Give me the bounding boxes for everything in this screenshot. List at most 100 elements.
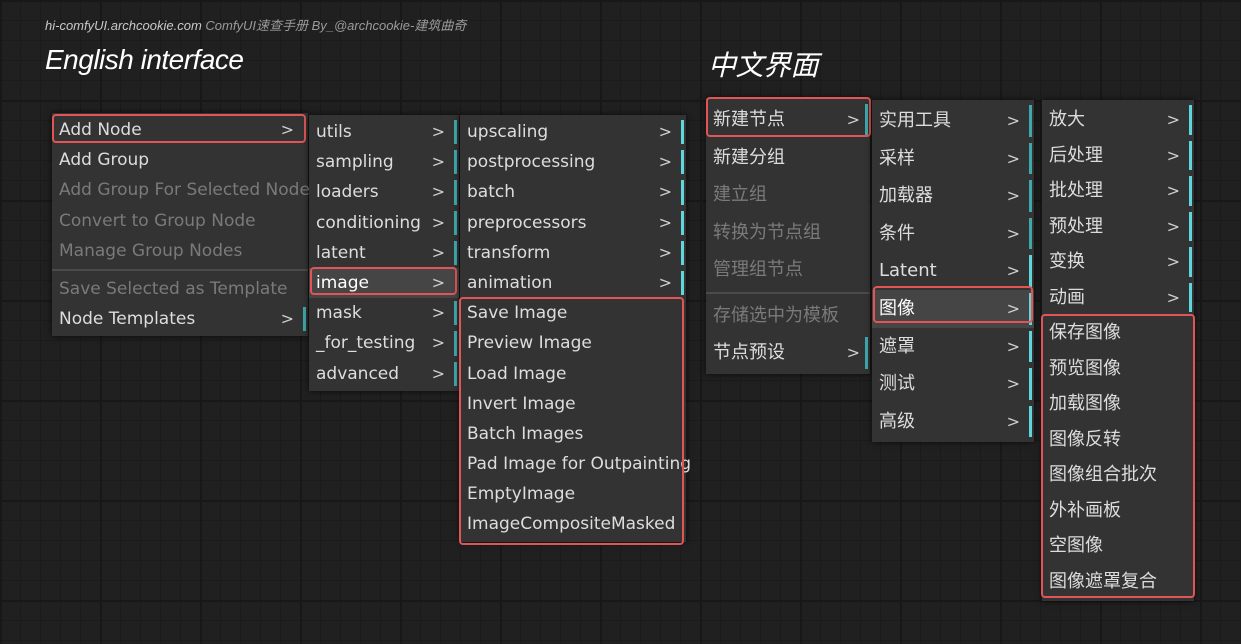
category-advanced-zh[interactable]: 高级 > [872, 403, 1034, 441]
submenu-indicator [454, 331, 457, 356]
node-preview-image-zh[interactable]: 预览图像 [1042, 351, 1194, 387]
chevron-right-icon: > [431, 152, 445, 172]
menu-item-label: postprocessing [467, 152, 596, 173]
node-image-composite-masked-zh[interactable]: 图像遮罩复合 [1042, 564, 1194, 600]
category-sampling-zh[interactable]: 采样 > [872, 140, 1034, 178]
submenu-indicator [454, 301, 457, 326]
category-testing-zh[interactable]: 测试 > [872, 365, 1034, 403]
node-load-image[interactable]: Load Image [460, 359, 686, 389]
submenu-batch[interactable]: batch > [460, 177, 686, 207]
submenu-indicator [681, 180, 684, 205]
category-advanced[interactable]: advanced > [309, 359, 459, 389]
submenu-indicator [1189, 247, 1192, 277]
menu-divider [706, 291, 870, 294]
node-batch-images[interactable]: Batch Images [460, 419, 686, 449]
chevron-right-icon: > [1006, 374, 1020, 394]
category-utils[interactable]: utils > [309, 117, 459, 147]
menu-item-label: 预览图像 [1049, 357, 1121, 379]
chevron-right-icon: > [1006, 111, 1020, 130]
category-utils-zh[interactable]: 实用工具 > [872, 102, 1034, 140]
node-empty-image-zh[interactable]: 空图像 [1042, 528, 1194, 564]
node-pad-image-zh[interactable]: 外补画板 [1042, 493, 1194, 529]
submenu-upscaling[interactable]: upscaling > [460, 117, 686, 147]
submenu-transform[interactable]: transform > [460, 238, 686, 268]
category-conditioning-zh[interactable]: 条件 > [872, 215, 1034, 253]
menu-item-new-node[interactable]: 新建节点 > [706, 101, 870, 139]
submenu-batch-zh[interactable]: 批处理 > [1042, 173, 1194, 209]
node-invert-image-zh[interactable]: 图像反转 [1042, 422, 1194, 458]
menu-item-node-templates[interactable]: Node Templates > [52, 304, 308, 334]
chevron-right-icon: > [1166, 110, 1180, 129]
submenu-postprocessing[interactable]: postprocessing > [460, 147, 686, 177]
menu-item-label: 变换 [1049, 251, 1085, 272]
chevron-right-icon: > [1006, 186, 1020, 206]
chevron-right-icon: > [1006, 336, 1020, 356]
node-empty-image[interactable]: EmptyImage [460, 479, 686, 509]
submenu-animation-zh[interactable]: 动画 > [1042, 280, 1194, 316]
category-for-testing[interactable]: _for_testing > [309, 328, 459, 358]
menu-item-label: mask [316, 303, 362, 324]
submenu-postprocessing-zh[interactable]: 后处理 > [1042, 138, 1194, 174]
submenu-preprocessors[interactable]: preprocessors > [460, 208, 686, 238]
node-preview-image[interactable]: Preview Image [460, 328, 686, 358]
category-latent[interactable]: latent > [309, 238, 459, 268]
chevron-right-icon: > [431, 303, 445, 323]
menu-item-save-template: Save Selected as Template [52, 274, 308, 304]
menu-item-label: Invert Image [467, 393, 576, 414]
node-image-composite-masked[interactable]: ImageCompositeMasked [460, 509, 686, 539]
node-save-image[interactable]: Save Image [460, 298, 686, 328]
menu-item-label: 加载图像 [1049, 393, 1121, 414]
menu-item-label: 高级 [879, 410, 915, 432]
submenu-indicator [454, 361, 457, 386]
chevron-right-icon: > [658, 182, 672, 202]
menu-item-node-presets[interactable]: 节点预设 > [706, 334, 870, 372]
node-pad-image[interactable]: Pad Image for Outpainting [460, 449, 691, 479]
english-image-menu: upscaling > postprocessing > batch > prepro… [460, 115, 691, 542]
category-sampling[interactable]: sampling > [309, 147, 459, 177]
menu-item-label: 保存图像 [1049, 322, 1121, 343]
menu-item-label: 批处理 [1049, 180, 1103, 201]
menu-item-label: 动画 [1049, 286, 1085, 308]
category-loaders-zh[interactable]: 加载器 > [872, 177, 1034, 215]
category-latent-zh[interactable]: Latent > [872, 252, 1034, 290]
chevron-right-icon: > [1006, 298, 1020, 318]
menu-item-new-group[interactable]: 新建分组 [706, 139, 870, 177]
submenu-upscaling-zh[interactable]: 放大 > [1042, 102, 1194, 138]
chevron-right-icon: > [658, 272, 672, 292]
menu-item-add-group[interactable]: Add Group [52, 145, 308, 175]
menu-item-label: preprocessors [467, 212, 587, 233]
category-image-zh[interactable]: 图像 > [872, 289, 1034, 328]
category-image[interactable]: image > [309, 267, 459, 299]
menu-item-label: 测试 [879, 373, 915, 395]
menu-item-label: 图像 [879, 297, 915, 319]
menu-item-add-node[interactable]: Add Node > [52, 115, 308, 145]
submenu-animation[interactable]: animation > [460, 268, 686, 298]
category-mask-zh[interactable]: 遮罩 > [872, 328, 1034, 366]
category-conditioning[interactable]: conditioning > [309, 208, 459, 238]
menu-item-label: Pad Image for Outpainting [467, 454, 692, 475]
menu-item-label: 放大 [1049, 109, 1085, 130]
chevron-right-icon: > [1166, 145, 1180, 165]
submenu-indicator [1189, 176, 1192, 206]
category-loaders[interactable]: loaders > [309, 177, 459, 207]
menu-item-label: 加载器 [879, 185, 933, 207]
category-mask[interactable]: mask > [309, 298, 459, 328]
submenu-indicator [1189, 282, 1192, 312]
submenu-indicator [681, 120, 684, 145]
menu-item-label: 空图像 [1049, 535, 1103, 556]
menu-item-label: ImageCompositeMasked [467, 514, 676, 535]
node-invert-image[interactable]: Invert Image [460, 389, 686, 419]
submenu-indicator [454, 180, 457, 205]
node-batch-images-zh[interactable]: 图像组合批次 [1042, 457, 1194, 493]
submenu-preprocessing-zh[interactable]: 预处理 > [1042, 209, 1194, 245]
menu-item-label: 节点预设 [713, 342, 785, 363]
submenu-indicator [1189, 140, 1192, 170]
submenu-indicator [454, 210, 457, 235]
node-load-image-zh[interactable]: 加载图像 [1042, 386, 1194, 422]
submenu-transform-zh[interactable]: 变换 > [1042, 244, 1194, 280]
menu-item-label: Manage Group Nodes [59, 240, 243, 261]
chevron-right-icon: > [1006, 261, 1020, 281]
chinese-section-title: 中文界面 [708, 50, 819, 81]
node-save-image-zh[interactable]: 保存图像 [1042, 315, 1194, 351]
chinese-context-menu: 新建节点 > 新建分组 建立组 转换为节点组 管理组节点 存储选中为模板 节点预设… [706, 98, 870, 374]
